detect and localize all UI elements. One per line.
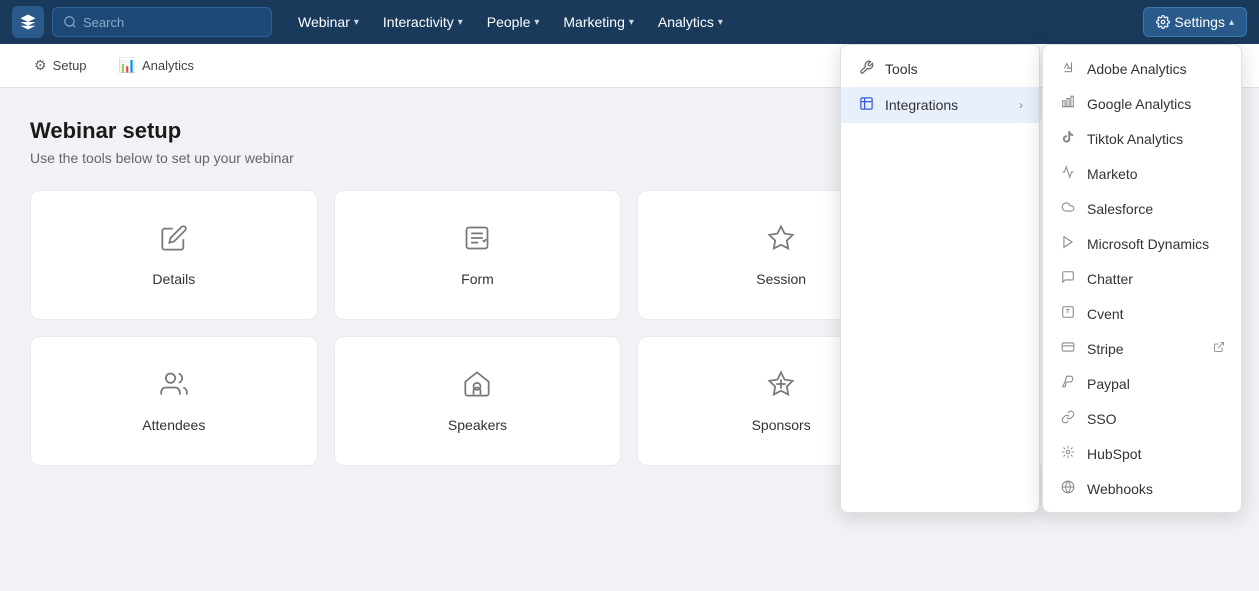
chevron-down-icon: ▾ [629, 17, 634, 28]
webhooks-icon [1059, 480, 1077, 497]
stripe-icon [1059, 340, 1077, 357]
app-logo[interactable] [12, 6, 44, 38]
sso-icon [1059, 410, 1077, 427]
star-icon [767, 224, 795, 259]
cvent-icon [1059, 305, 1077, 322]
form-label: Form [461, 271, 494, 287]
tiktok-icon [1059, 130, 1077, 147]
details-card[interactable]: Details [30, 190, 318, 320]
attendees-card[interactable]: Attendees [30, 336, 318, 466]
google-analytics-label: Google Analytics [1087, 96, 1191, 112]
speakers-card[interactable]: Speakers [334, 336, 622, 466]
chatter-item[interactable]: Chatter [1043, 261, 1241, 296]
salesforce-icon [1059, 200, 1077, 217]
hubspot-icon [1059, 445, 1077, 462]
google-analytics-icon [1059, 95, 1077, 112]
salesforce-label: Salesforce [1087, 201, 1153, 217]
analytics-icon: 📊 [119, 57, 136, 74]
nav-item-interactivity[interactable]: Interactivity ▾ [373, 8, 473, 36]
chevron-down-icon: ▾ [354, 17, 359, 28]
search-input[interactable] [83, 15, 261, 30]
stripe-label: Stripe [1087, 341, 1124, 357]
analytics-button[interactable]: 📊 Analytics [105, 51, 208, 80]
stripe-item[interactable]: Stripe [1043, 331, 1241, 366]
salesforce-item[interactable]: Salesforce [1043, 191, 1241, 226]
chatter-icon [1059, 270, 1077, 287]
speakers-label: Speakers [448, 417, 507, 433]
nav-item-marketing[interactable]: Marketing ▾ [553, 8, 644, 36]
tools-icon [857, 60, 875, 78]
attendees-label: Attendees [142, 417, 205, 433]
integrations-label: Integrations [885, 97, 958, 113]
integrations-icon [857, 96, 875, 114]
edit-icon [160, 224, 188, 259]
chevron-down-icon: ▾ [534, 17, 539, 28]
chevron-up-icon: ▴ [1229, 17, 1234, 28]
nav-item-people[interactable]: People ▾ [477, 8, 550, 36]
microsoft-dynamics-label: Microsoft Dynamics [1087, 236, 1209, 252]
adobe-analytics-label: Adobe Analytics [1087, 61, 1187, 77]
microsoft-dynamics-icon [1059, 235, 1077, 252]
chatter-label: Chatter [1087, 271, 1133, 287]
attendees-icon [160, 370, 188, 405]
form-card[interactable]: Form [334, 190, 622, 320]
paypal-item[interactable]: Paypal [1043, 366, 1241, 401]
paypal-icon [1059, 375, 1077, 392]
paypal-label: Paypal [1087, 376, 1130, 392]
gear-icon: ⚙ [34, 57, 47, 74]
speakers-icon [463, 370, 491, 405]
details-label: Details [152, 271, 195, 287]
page-subtitle: Use the tools below to set up your webin… [30, 150, 925, 166]
left-panel: Webinar setup Use the tools below to set… [30, 118, 925, 466]
cvent-item[interactable]: Cvent [1043, 296, 1241, 331]
chevron-down-icon: ▾ [718, 17, 723, 28]
search-box[interactable] [52, 7, 272, 37]
hubspot-item[interactable]: HubSpot [1043, 436, 1241, 471]
marketo-icon [1059, 165, 1077, 182]
cards-row1: Details Form Session [30, 190, 925, 320]
tiktok-analytics-item[interactable]: Tiktok Analytics [1043, 121, 1241, 156]
adobe-analytics-icon [1059, 60, 1077, 77]
tiktok-analytics-label: Tiktok Analytics [1087, 131, 1183, 147]
webhooks-label: Webhooks [1087, 481, 1153, 497]
microsoft-dynamics-item[interactable]: Microsoft Dynamics [1043, 226, 1241, 261]
nav-item-analytics[interactable]: Analytics ▾ [648, 8, 733, 36]
cvent-label: Cvent [1087, 306, 1124, 322]
chevron-right-icon: › [1019, 98, 1023, 112]
sponsors-label: Sponsors [752, 417, 811, 433]
sso-label: SSO [1087, 411, 1117, 427]
integrations-menu-item[interactable]: Integrations › [841, 87, 1039, 123]
tools-menu-item[interactable]: Tools [841, 51, 1039, 87]
sponsors-icon [767, 370, 795, 405]
settings-menu: Tools Integrations › [840, 44, 1040, 513]
cards-row2: Attendees Speakers [30, 336, 925, 466]
settings-button[interactable]: Settings ▴ [1143, 7, 1247, 37]
hubspot-label: HubSpot [1087, 446, 1141, 462]
top-nav: Webinar ▾ Interactivity ▾ People ▾ Marke… [0, 0, 1259, 44]
session-label: Session [756, 271, 806, 287]
search-icon [63, 15, 77, 29]
tools-label: Tools [885, 61, 918, 77]
sso-item[interactable]: SSO [1043, 401, 1241, 436]
nav-items: Webinar ▾ Interactivity ▾ People ▾ Marke… [288, 8, 733, 36]
nav-item-webinar[interactable]: Webinar ▾ [288, 8, 369, 36]
chevron-down-icon: ▾ [458, 17, 463, 28]
integrations-submenu: Adobe Analytics Google Analytics Tiktok … [1042, 44, 1242, 513]
setup-button[interactable]: ⚙ Setup [20, 51, 101, 80]
external-link-icon [1213, 341, 1225, 356]
adobe-analytics-item[interactable]: Adobe Analytics [1043, 51, 1241, 86]
marketo-label: Marketo [1087, 166, 1138, 182]
page-title: Webinar setup [30, 118, 925, 144]
marketo-item[interactable]: Marketo [1043, 156, 1241, 191]
settings-dropdown: Tools Integrations › Adobe Analytics [840, 44, 1242, 513]
form-icon [463, 224, 491, 259]
webhooks-item[interactable]: Webhooks [1043, 471, 1241, 506]
google-analytics-item[interactable]: Google Analytics [1043, 86, 1241, 121]
